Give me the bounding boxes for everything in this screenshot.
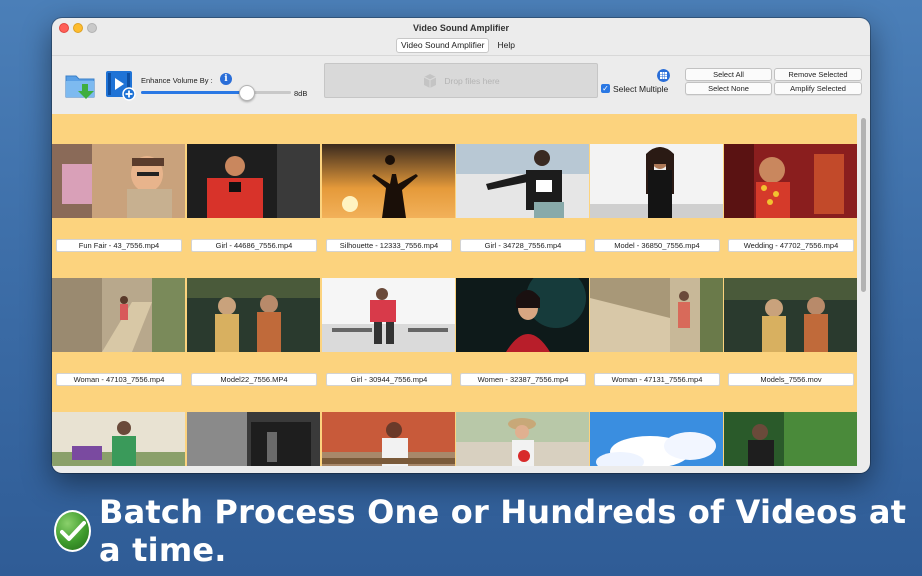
video-filename-label: Woman - 47131_7556.mp4 [594, 373, 720, 386]
volume-slider[interactable] [141, 85, 291, 101]
tagline-text: Batch Process One or Hundreds of Videos … [99, 493, 907, 569]
video-thumbnail[interactable] [322, 278, 455, 352]
select-all-button[interactable]: Select All [685, 68, 772, 81]
video-add-icon[interactable] [104, 69, 136, 101]
video-thumbnail[interactable] [456, 278, 589, 352]
video-thumbnail[interactable] [590, 144, 723, 218]
scrollbar-thumb[interactable] [861, 118, 866, 292]
video-thumbnail[interactable] [590, 412, 723, 466]
amplify-selected-button[interactable]: Amplify Selected [774, 82, 862, 95]
video-thumbnail[interactable] [187, 412, 320, 466]
tab-help[interactable]: Help [492, 38, 519, 53]
app-window: Video Sound Amplifier Video Sound Amplif… [52, 18, 870, 473]
close-window-button[interactable] [59, 23, 69, 33]
window-title: Video Sound Amplifier [412, 23, 509, 33]
minimize-window-button[interactable] [73, 23, 83, 33]
video-thumbnail[interactable] [456, 412, 589, 466]
video-filename-label: Silhouette - 12333_7556.mp4 [326, 239, 452, 252]
video-thumbnail[interactable] [724, 144, 857, 218]
video-filename-label: Girl - 30944_7556.mp4 [326, 373, 452, 386]
video-filename-label: Model - 36850_7556.mp4 [594, 239, 720, 252]
video-filename-label: Girl - 34728_7556.mp4 [460, 239, 586, 252]
video-filename-label: Women - 32387_7556.mp4 [460, 373, 586, 386]
tab-bar: Video Sound Amplifier Help [396, 38, 520, 53]
select-multiple-checkbox[interactable]: ✓ [601, 84, 610, 93]
video-thumbnail[interactable] [52, 278, 185, 352]
volume-slider-fill [141, 91, 246, 94]
db-value: 8dB [294, 89, 308, 98]
maximize-window-button[interactable] [87, 23, 97, 33]
grid-view-icon[interactable] [657, 69, 670, 82]
green-check-icon [54, 510, 92, 552]
video-filename-label: Fun Fair - 43_7556.mp4 [56, 239, 182, 252]
video-thumbnail[interactable] [187, 144, 320, 218]
video-filename-label: Girl - 44686_7556.mp4 [191, 239, 317, 252]
video-filename-label: Woman - 47103_7556.mp4 [56, 373, 182, 386]
video-thumbnail[interactable] [187, 278, 320, 352]
video-filename-label: Wedding - 47702_7556.mp4 [728, 239, 854, 252]
drop-files-zone[interactable]: Drop files here [324, 63, 598, 98]
video-thumbnail[interactable] [724, 412, 857, 466]
box-icon [424, 73, 437, 88]
select-none-button[interactable]: Select None [685, 82, 772, 95]
folder-download-icon[interactable] [64, 70, 98, 100]
volume-slider-knob[interactable] [239, 85, 255, 101]
video-filename-label: Models_7556.mov [728, 373, 854, 386]
video-grid: Fun Fair - 43_7556.mp4 Girl - 44686_7556… [52, 114, 857, 466]
video-thumbnail[interactable] [52, 144, 185, 218]
video-filename-label: Model22_7556.MP4 [191, 373, 317, 386]
video-thumbnail[interactable] [590, 278, 723, 352]
video-thumbnail[interactable] [456, 144, 589, 218]
video-thumbnail[interactable] [322, 412, 455, 466]
drop-files-label: Drop files here [444, 75, 500, 86]
video-thumbnail[interactable] [724, 278, 857, 352]
tab-video-sound-amplifier[interactable]: Video Sound Amplifier [396, 38, 490, 53]
promo-tagline: Batch Process One or Hundreds of Videos … [54, 493, 922, 569]
select-multiple-label: Select Multiple [613, 84, 669, 94]
toolbar-divider [52, 55, 870, 56]
video-thumbnail[interactable] [52, 412, 185, 466]
video-thumbnail[interactable] [322, 144, 455, 218]
enhance-volume-label: Enhance Volume By : [141, 76, 213, 85]
remove-selected-button[interactable]: Remove Selected [774, 68, 862, 81]
info-icon[interactable]: i [220, 73, 232, 85]
vertical-scrollbar[interactable] [861, 114, 867, 466]
